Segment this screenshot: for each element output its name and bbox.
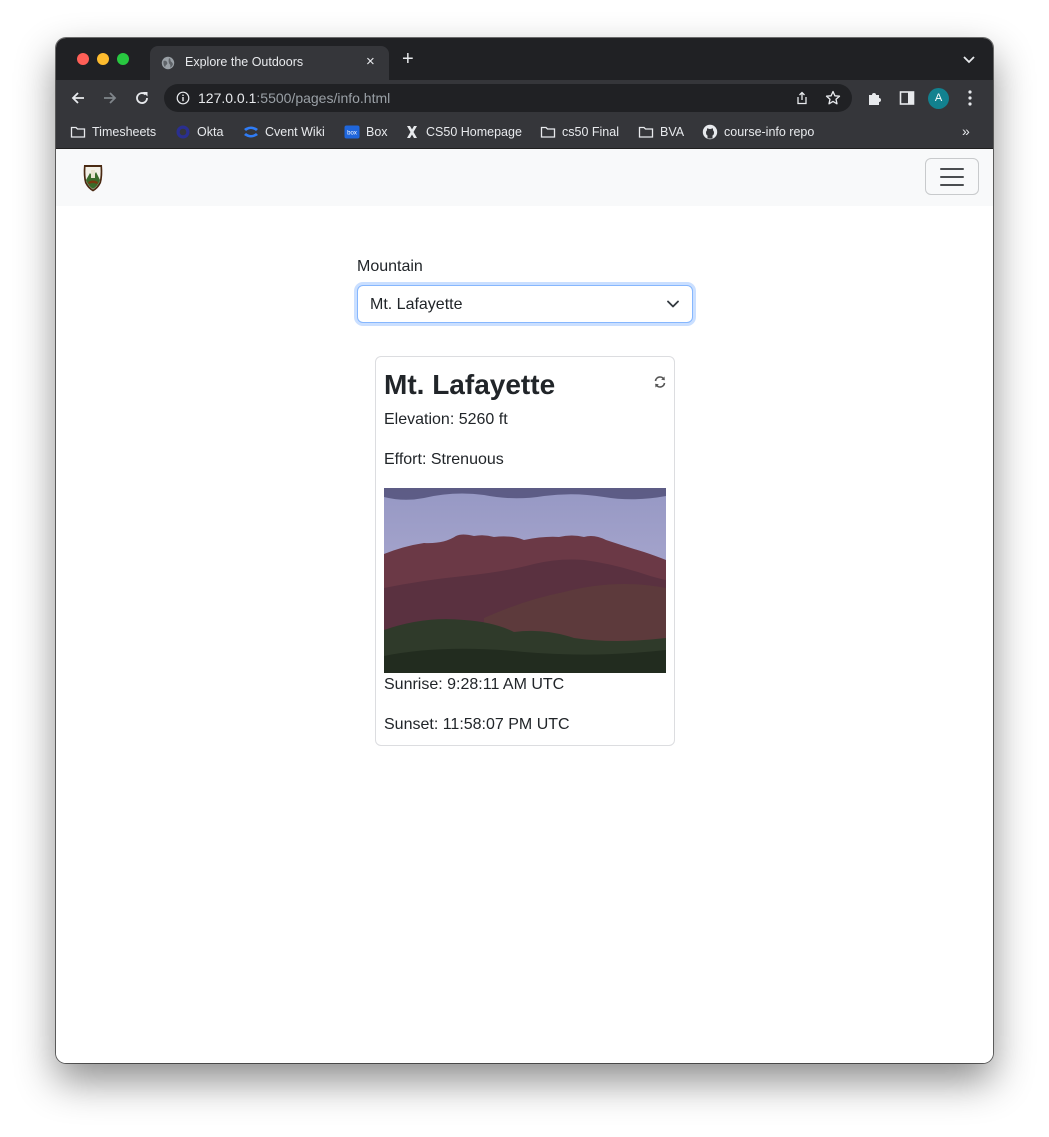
bookmark-label: CS50 Homepage [426,125,522,139]
folder-icon [70,126,86,138]
url-text[interactable]: 127.0.0.1:5500/pages/info.html [198,90,390,106]
bookmark-label: Cvent Wiki [265,125,325,139]
folder-icon [638,126,654,138]
hamburger-bar [940,184,964,186]
mountain-select[interactable]: Mt. Lafayette [357,285,693,323]
more-menu-icon[interactable] [968,90,972,106]
reload-icon[interactable] [133,89,151,107]
bookmark-label: Okta [197,125,224,139]
maximize-window-button[interactable] [117,53,129,65]
bookmark-label: Timesheets [92,125,157,139]
nps-arrowhead-logo-icon[interactable] [82,164,104,192]
bookmark-label: BVA [660,125,685,139]
more-bookmarks-button[interactable]: » [962,123,970,139]
confluence-icon [244,126,258,138]
bookmark-okta[interactable]: Okta [175,123,223,141]
effort-text: Effort: Strenuous [384,451,504,468]
tab-explore-the-outdoors[interactable]: Explore the Outdoors × [150,46,389,80]
side-panel-icon[interactable] [899,90,915,106]
bookmark-cs50-homepage[interactable]: CS50 Homepage [404,123,522,141]
cs50-icon [407,126,417,138]
web-page: Mountain Mt. Lafayette Mt. Lafayette Ele… [56,149,993,1063]
bookmark-bva[interactable]: BVA [638,123,684,141]
forward-arrow-icon[interactable] [101,89,119,107]
new-tab-button[interactable]: + [402,49,414,69]
profile-avatar[interactable]: A [928,88,949,109]
svg-text:box: box [347,131,357,137]
folder-icon [540,126,556,138]
box-icon: box [344,125,360,139]
info-icon[interactable] [176,91,190,105]
mountain-label: Mountain [357,258,423,275]
bookmark-label: Box [366,125,388,139]
site-navbar [56,149,993,206]
bookmark-cvent-wiki[interactable]: Cvent Wiki [243,123,325,141]
address-bar[interactable]: 127.0.0.1:5500/pages/info.html [164,84,852,112]
bookmarks-bar: Timesheets Okta Cvent Wiki box Box CS50 … [56,116,993,149]
browser-window: Explore the Outdoors × + 127.0.0.1:5500/… [56,38,993,1063]
browser-toolbar: 127.0.0.1:5500/pages/info.html A [56,80,993,116]
selected-mountain-value: Mt. Lafayette [370,296,463,313]
elevation-text: Elevation: 5260 ft [384,411,508,428]
tab-title: Explore the Outdoors [185,55,304,69]
close-window-button[interactable] [77,53,89,65]
mountain-card: Mt. Lafayette Elevation: 5260 ft Effort:… [375,356,675,746]
bookmark-course-info-repo[interactable]: course-info repo [702,123,814,141]
sunset-text: Sunset: 11:58:07 PM UTC [384,716,570,733]
minimize-window-button[interactable] [97,53,109,65]
github-icon [702,124,718,140]
bookmark-label: cs50 Final [562,125,619,139]
bookmark-star-icon[interactable] [825,90,841,106]
url-host: 127.0.0.1 [198,90,257,106]
back-arrow-icon[interactable] [69,89,87,107]
bookmark-label: course-info repo [724,125,815,139]
okta-icon [176,125,190,139]
globe-icon [161,56,175,70]
mountain-photo [384,488,666,673]
extensions-puzzle-icon[interactable] [867,90,883,106]
close-tab-icon[interactable]: × [366,54,375,70]
bookmark-box[interactable]: box Box [344,123,388,141]
tab-strip: Explore the Outdoors × + [56,38,993,80]
url-path: :5500/pages/info.html [256,90,391,106]
hamburger-bar [940,168,964,170]
chevron-down-icon [667,300,679,308]
navbar-toggler-button[interactable] [925,158,979,195]
mountain-title: Mt. Lafayette [384,369,556,400]
sunrise-text: Sunrise: 9:28:11 AM UTC [384,676,565,693]
share-icon[interactable] [795,91,809,105]
bookmark-timesheets[interactable]: Timesheets [70,123,156,141]
bookmark-cs50-final[interactable]: cs50 Final [540,123,619,141]
refresh-icon[interactable] [653,375,667,389]
chevron-down-icon[interactable] [962,52,976,66]
hamburger-bar [940,176,964,178]
